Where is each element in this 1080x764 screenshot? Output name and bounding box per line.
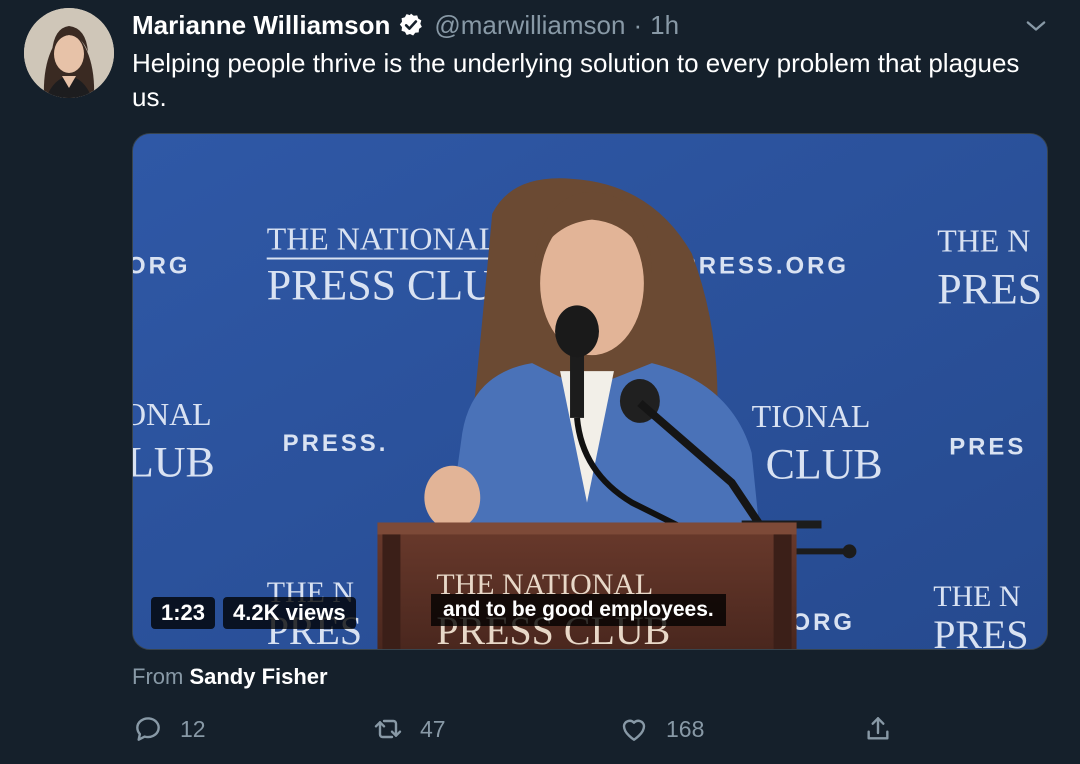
video-duration: 1:23: [151, 597, 216, 629]
like-button[interactable]: 168: [618, 708, 704, 750]
backdrop-bottom-right-line1: THE N: [933, 580, 1020, 613]
author-handle[interactable]: @marwilliamson: [434, 8, 625, 42]
tweet-text: Helping people thrive is the underlying …: [132, 48, 1020, 112]
backdrop-url-right: PRES: [949, 434, 1026, 461]
backdrop-url: PRESS.ORG: [680, 252, 849, 279]
backdrop-line1: THE NATIONAL: [267, 222, 498, 257]
reply-count: 12: [180, 715, 206, 742]
tweet-actions: 12 47 168: [132, 708, 1032, 750]
heart-icon: [622, 719, 646, 741]
reply-button[interactable]: 12: [132, 708, 206, 750]
backdrop-tile3-line2: PRES: [937, 265, 1042, 313]
author-display-name[interactable]: Marianne Williamson: [132, 8, 390, 42]
share-upload-icon: [867, 717, 889, 740]
backdrop-tile2-line2: CLUB: [766, 441, 883, 489]
attribution-prefix: From: [132, 664, 184, 689]
backdrop-tile2-line1: TIONAL: [752, 399, 871, 434]
reply-bubble-icon: [136, 717, 160, 741]
video-frame: THE NATIONAL PRESS CLUB THE N PRES ONAL …: [133, 134, 1047, 649]
like-count: 168: [666, 715, 705, 742]
backdrop-url-left: ORG: [133, 252, 191, 279]
video-stats-overlay: 1:23 4.2K views: [151, 597, 356, 629]
verified-badge-icon: [400, 13, 423, 36]
attribution-source[interactable]: Sandy Fisher: [189, 664, 327, 689]
author-avatar[interactable]: [24, 8, 114, 98]
video-player[interactable]: THE NATIONAL PRESS CLUB THE N PRES ONAL …: [132, 133, 1048, 650]
video-views: 4.2K views: [223, 597, 356, 629]
backdrop-tile3-line1: THE N: [937, 224, 1030, 259]
retweet-button[interactable]: 47: [372, 708, 446, 750]
tweet-header: Marianne Williamson @marwilliamson · 1h: [132, 8, 679, 42]
header-separator: ·: [633, 10, 643, 40]
video-caption: and to be good employees.: [431, 594, 726, 626]
share-button[interactable]: [862, 708, 910, 750]
retweet-count: 47: [420, 715, 446, 742]
podium: THE NATIONAL PRESS CLUB: [377, 522, 797, 649]
backdrop-bottom-right-line2: PRES: [933, 612, 1028, 649]
video-attribution: From Sandy Fisher: [132, 662, 328, 692]
tweet-card[interactable]: Marianne Williamson @marwilliamson · 1h …: [0, 0, 1080, 764]
chevron-down-icon[interactable]: [1022, 12, 1050, 40]
backdrop-url-mid: PRESS.: [283, 430, 389, 457]
backdrop-tile1-line2: LUB: [133, 439, 215, 487]
avatar-image: [24, 8, 114, 98]
backdrop-bottom-org: ORG: [792, 609, 855, 636]
retweet-icon: [374, 719, 402, 739]
backdrop-tile1-line1: ONAL: [133, 397, 212, 432]
tweet-timestamp[interactable]: 1h: [650, 8, 679, 42]
